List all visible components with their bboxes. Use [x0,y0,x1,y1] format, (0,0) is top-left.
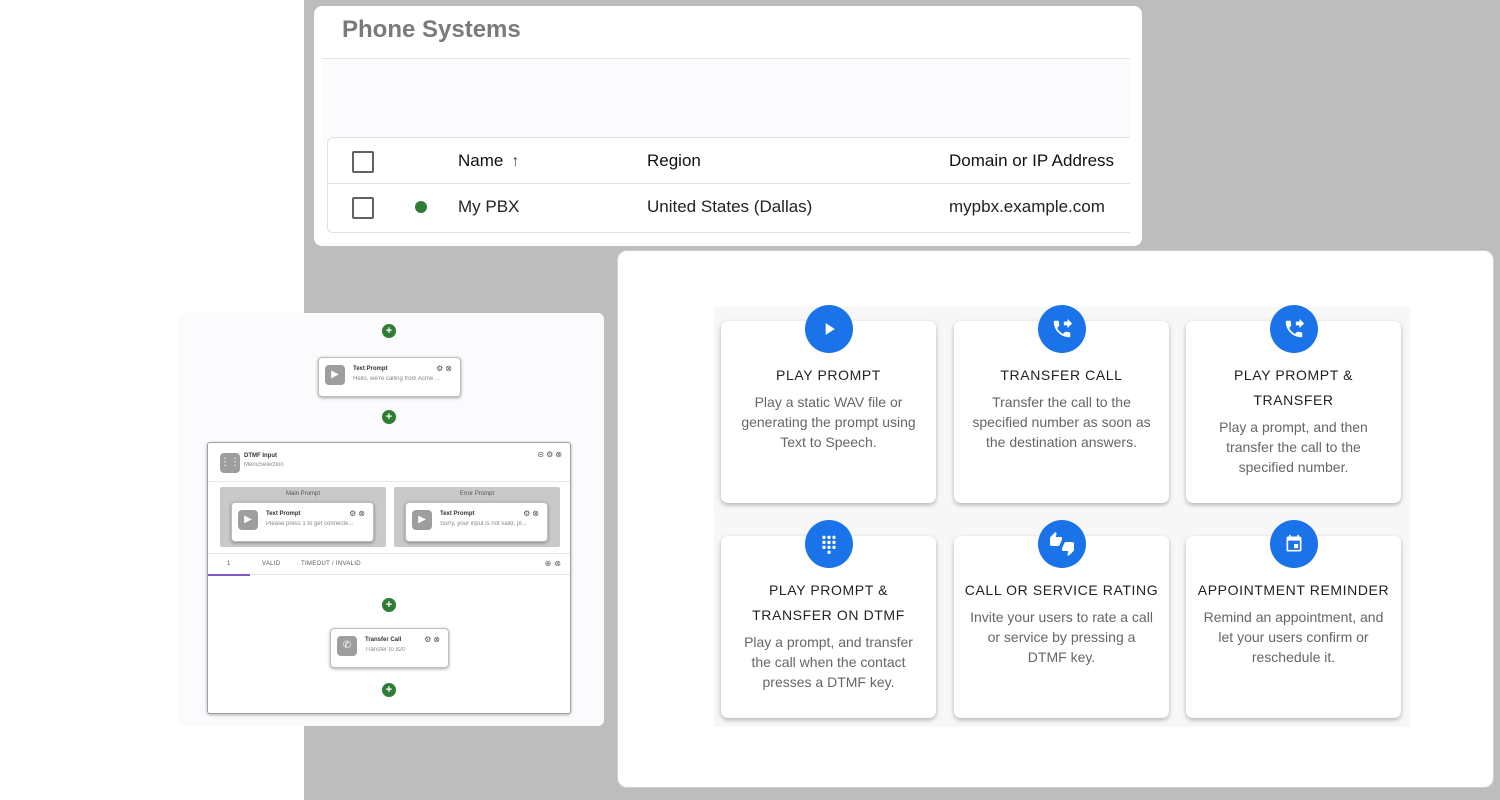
gear-icon[interactable]: ⚙ [436,364,445,373]
tab-1[interactable]: 1 [227,561,231,567]
column-header-region[interactable]: Region [647,151,701,171]
template-title: TRANSFER CALL [1000,367,1123,383]
transfer-call-node[interactable]: ✆ Transfer Call Transfer to 820 ⚙⊗ [330,628,449,668]
template-title: PLAY PROMPT [776,367,881,383]
node-title: Text Prompt [353,366,388,372]
node-subtitle: Sorry, your input is not valid, pl... [440,521,527,527]
status-online-icon [415,201,427,213]
row-checkbox[interactable] [352,197,374,219]
thumbs-up-down-icon [1038,520,1086,568]
template-title: PLAY PROMPT & TRANSFER ON DTMF [752,582,905,623]
play-icon: ▶ [325,365,345,385]
cell-name[interactable]: My PBX [458,197,519,217]
add-step-button[interactable]: + [382,324,396,338]
gear-icon[interactable]: ⚙ [523,509,532,518]
template-description: Play a static WAV file or generating the… [741,394,916,450]
node-tools: ⚙⊗ [436,364,454,373]
play-icon: ▶ [238,510,258,530]
play-icon: ▶ [412,510,432,530]
node-title: Transfer Call [365,637,402,643]
active-tab-indicator [208,574,250,576]
table-header-row: Name ↑ Region Domain or IP Address [328,138,1130,184]
column-header-name[interactable]: Name ↑ [458,151,519,171]
dtmf-branch-tabs: 1 VALID TIMEOUT / INVALID ⊕⊗ [208,553,570,576]
phone-systems-table: Name ↑ Region Domain or IP Address My PBX… [327,137,1130,233]
error-prompt-node[interactable]: ▶ Text Prompt Sorry, your input is not v… [405,502,548,542]
cell-region: United States (Dallas) [647,197,813,216]
column-header-domain[interactable]: Domain or IP Address [949,151,1114,171]
template-description: Play a prompt, and then transfer the cal… [1219,419,1368,475]
node-subtitle: MenuSelection [244,462,284,468]
toolbar-area [322,59,1130,139]
page-title: Phone Systems [342,16,521,43]
phone-forward-icon [1270,305,1318,353]
template-play-prompt-transfer[interactable]: PLAY PROMPT & TRANSFER Play a prompt, an… [1186,305,1401,503]
flow-templates-panel: PLAY PROMPT Play a static WAV file or ge… [617,250,1494,788]
phone-forward-icon: ✆ [337,636,357,656]
node-tools: ⊝⚙⊗ [537,450,564,459]
collapse-icon[interactable]: ⊝ [537,450,546,459]
divider [208,481,570,482]
node-tools: ⚙⊗ [349,509,367,518]
node-subtitle: Hello, we're calling from Acme ... [353,376,440,382]
node-tools: ⚙⊗ [424,635,442,644]
calendar-icon [1270,520,1318,568]
cell-domain: mypbx.example.com [949,197,1105,216]
template-transfer-call[interactable]: TRANSFER CALL Transfer the call to the s… [954,305,1169,503]
text-prompt-node[interactable]: ▶ Text Prompt Hello, we're calling from … [318,357,461,397]
phone-forward-icon [1038,305,1086,353]
node-title: DTMF Input [244,453,277,459]
main-prompt-slot: Main Prompt ▶ Text Prompt Please press 1… [220,487,386,547]
add-branch-icon[interactable]: ⊕ [545,559,555,568]
node-subtitle: Please press 1 to get connecte... [266,521,354,527]
slot-label: Main Prompt [285,491,320,497]
main-prompt-node[interactable]: ▶ Text Prompt Please press 1 to get conn… [231,502,374,542]
tab-timeout-invalid[interactable]: TIMEOUT / INVALID [301,561,361,567]
node-tools: ⚙⊗ [523,509,541,518]
close-icon[interactable]: ⊗ [555,450,564,459]
dialpad-icon: ⋮⋮ [220,453,240,473]
template-description: Transfer the call to the specified numbe… [972,394,1151,450]
error-prompt-slot: Error Prompt ▶ Text Prompt Sorry, your i… [394,487,560,547]
node-subtitle: Transfer to 820 [365,647,406,653]
template-title: PLAY PROMPT & TRANSFER [1233,367,1354,408]
template-play-prompt-transfer-dtmf[interactable]: PLAY PROMPT & TRANSFER ON DTMF Play a pr… [721,520,936,718]
close-icon[interactable]: ⊗ [433,635,442,644]
table-row[interactable]: My PBX United States (Dallas) mypbx.exam… [328,184,1130,230]
play-icon [805,305,853,353]
phone-systems-card: Phone Systems Name ↑ Region Domain or IP … [314,6,1142,246]
template-description: Remind an appointment, and let your user… [1203,609,1384,665]
close-icon[interactable]: ⊗ [445,364,454,373]
slot-label: Error Prompt [459,491,495,497]
close-icon[interactable]: ⊗ [358,509,367,518]
add-step-button[interactable]: + [382,683,396,697]
template-title: APPOINTMENT REMINDER [1197,582,1390,598]
tab-valid[interactable]: VALID [262,561,280,567]
template-appointment-reminder[interactable]: APPOINTMENT REMINDER Remind an appointme… [1186,520,1401,718]
dtmf-input-node[interactable]: ⋮⋮ DTMF Input MenuSelection ⊝⚙⊗ Main Pro… [207,442,571,714]
template-description: Play a prompt, and transfer the call whe… [744,634,913,690]
dialpad-icon [805,520,853,568]
close-icon[interactable]: ⊗ [532,509,541,518]
templates-grid: PLAY PROMPT Play a static WAV file or ge… [714,305,1410,727]
template-title: CALL OR SERVICE RATING [964,582,1159,598]
gear-icon[interactable]: ⚙ [349,509,358,518]
add-step-button[interactable]: + [382,598,396,612]
sort-ascending-icon[interactable]: ↑ [511,153,519,171]
add-step-button[interactable]: + [382,410,396,424]
gear-icon[interactable]: ⚙ [424,635,433,644]
template-play-prompt[interactable]: PLAY PROMPT Play a static WAV file or ge… [721,305,936,503]
tab-tools: ⊕⊗ [545,559,564,568]
node-title: Text Prompt [266,511,301,517]
remove-branch-icon[interactable]: ⊗ [554,559,564,568]
node-title: Text Prompt [440,511,475,517]
call-flow-canvas: + ▶ Text Prompt Hello, we're calling fro… [178,313,604,726]
template-description: Invite your users to rate a call or serv… [970,609,1153,665]
select-all-checkbox[interactable] [352,151,374,173]
template-call-service-rating[interactable]: CALL OR SERVICE RATING Invite your users… [954,520,1169,718]
gear-icon[interactable]: ⚙ [546,450,555,459]
